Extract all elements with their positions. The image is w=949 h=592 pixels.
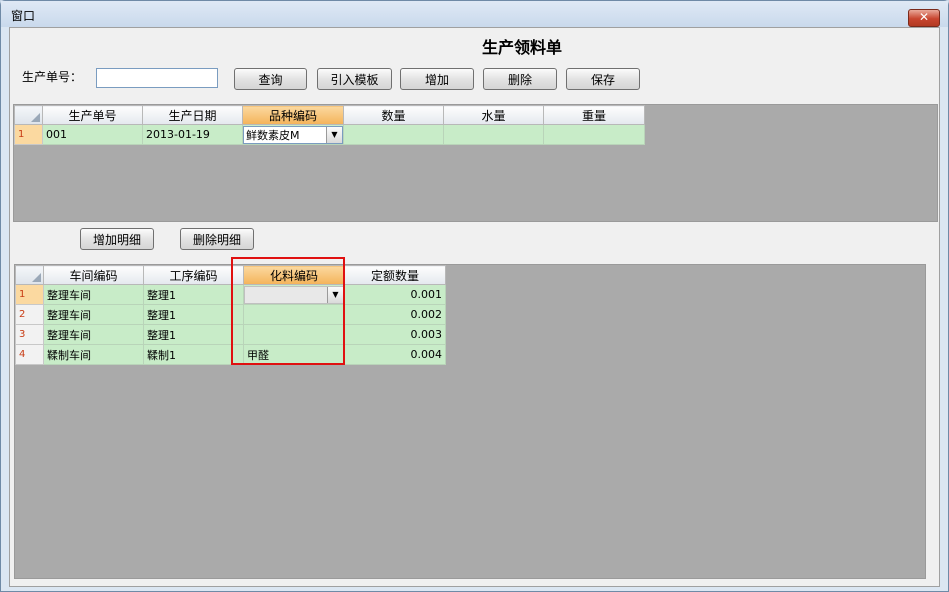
col-header-order-no[interactable]: 生产单号 bbox=[42, 105, 143, 125]
cell-quantity[interactable] bbox=[343, 124, 444, 145]
row-header[interactable]: 2 bbox=[15, 304, 44, 325]
col-header-date[interactable]: 生产日期 bbox=[142, 105, 243, 125]
add-button[interactable]: 增加 bbox=[400, 68, 474, 90]
table-row[interactable]: 3 整理车间 整理1 0.003 bbox=[15, 324, 446, 345]
title-bar[interactable]: 窗口 ✕ bbox=[1, 1, 948, 27]
cell-quota-quantity[interactable]: 0.003 bbox=[344, 324, 446, 345]
cell-process-code[interactable]: 整理1 bbox=[143, 284, 244, 305]
chevron-down-icon[interactable]: ▼ bbox=[327, 286, 343, 303]
cell-workshop-code[interactable]: 整理车间 bbox=[43, 324, 144, 345]
master-grid[interactable]: 生产单号 生产日期 品种编码 数量 水量 重量 1 001 2013-01-19… bbox=[13, 104, 938, 222]
cell-process-code[interactable]: 鞣制1 bbox=[143, 344, 244, 365]
corner-triangle-icon bbox=[32, 273, 41, 282]
save-button[interactable]: 保存 bbox=[566, 68, 640, 90]
cell-water[interactable] bbox=[443, 124, 544, 145]
cell-workshop-code[interactable]: 鞣制车间 bbox=[43, 344, 144, 365]
cell-chemical-code[interactable] bbox=[243, 304, 345, 325]
col-header-weight[interactable]: 重量 bbox=[543, 105, 645, 125]
variety-code-value: 鲜数素皮M bbox=[246, 128, 300, 142]
col-header-quantity[interactable]: 数量 bbox=[343, 105, 444, 125]
form-client-area: 生产领料单 生产单号： 查询 引入模板 增加 删除 保存 生产单号 生产日期 品… bbox=[9, 27, 940, 587]
grid-corner[interactable] bbox=[15, 265, 44, 285]
corner-triangle-icon bbox=[31, 113, 40, 122]
detail-grid[interactable]: 车间编码 工序编码 化料编码 定额数量 1 整理车间 整理1 ▼ 0.001 2… bbox=[14, 264, 926, 579]
detail-grid-header: 车间编码 工序编码 化料编码 定额数量 bbox=[15, 265, 446, 285]
cell-variety-code[interactable]: 鲜数素皮M ▼ bbox=[242, 124, 344, 145]
col-header-variety-code[interactable]: 品种编码 bbox=[242, 105, 344, 125]
delete-detail-button[interactable]: 删除明细 bbox=[180, 228, 254, 250]
col-header-chemical-code[interactable]: 化料编码 bbox=[243, 265, 345, 285]
cell-quota-quantity[interactable]: 0.001 bbox=[344, 284, 446, 305]
close-button[interactable]: ✕ bbox=[908, 9, 940, 27]
app-window: 窗口 ✕ 生产领料单 生产单号： 查询 引入模板 增加 删除 保存 生产单号 生… bbox=[0, 0, 949, 592]
cell-chemical-code[interactable]: ▼ bbox=[243, 284, 345, 305]
row-header[interactable]: 3 bbox=[15, 324, 44, 345]
cell-order-no[interactable]: 001 bbox=[42, 124, 143, 145]
add-detail-button[interactable]: 增加明细 bbox=[80, 228, 154, 250]
delete-button[interactable]: 删除 bbox=[483, 68, 557, 90]
window-title: 窗口 bbox=[11, 9, 36, 23]
cell-weight[interactable] bbox=[543, 124, 645, 145]
close-icon: ✕ bbox=[918, 10, 930, 24]
row-header[interactable]: 1 bbox=[15, 284, 44, 305]
chemical-code-dropdown[interactable]: ▼ bbox=[244, 285, 344, 304]
col-header-process-code[interactable]: 工序编码 bbox=[143, 265, 244, 285]
cell-chemical-code[interactable] bbox=[243, 324, 345, 345]
cell-process-code[interactable]: 整理1 bbox=[143, 304, 244, 325]
grid-corner[interactable] bbox=[14, 105, 43, 125]
cell-date[interactable]: 2013-01-19 bbox=[142, 124, 243, 145]
cell-workshop-code[interactable]: 整理车间 bbox=[43, 284, 144, 305]
table-row[interactable]: 4 鞣制车间 鞣制1 甲醛 0.004 bbox=[15, 344, 446, 365]
row-header[interactable]: 1 bbox=[14, 124, 43, 145]
cell-quota-quantity[interactable]: 0.004 bbox=[344, 344, 446, 365]
order-number-label: 生产单号： bbox=[22, 70, 83, 84]
cell-quota-quantity[interactable]: 0.002 bbox=[344, 304, 446, 325]
cell-chemical-code[interactable]: 甲醛 bbox=[243, 344, 345, 365]
variety-code-dropdown[interactable]: 鲜数素皮M ▼ bbox=[243, 125, 343, 144]
import-template-button[interactable]: 引入模板 bbox=[317, 68, 392, 90]
query-button[interactable]: 查询 bbox=[234, 68, 307, 90]
col-header-workshop-code[interactable]: 车间编码 bbox=[43, 265, 144, 285]
master-grid-header: 生产单号 生产日期 品种编码 数量 水量 重量 bbox=[14, 105, 645, 125]
chevron-down-icon[interactable]: ▼ bbox=[326, 126, 342, 143]
cell-process-code[interactable]: 整理1 bbox=[143, 324, 244, 345]
table-row[interactable]: 1 001 2013-01-19 鲜数素皮M ▼ bbox=[14, 124, 645, 145]
order-number-input[interactable] bbox=[96, 68, 218, 88]
table-row[interactable]: 1 整理车间 整理1 ▼ 0.001 bbox=[15, 284, 446, 305]
row-header[interactable]: 4 bbox=[15, 344, 44, 365]
col-header-water[interactable]: 水量 bbox=[443, 105, 544, 125]
table-row[interactable]: 2 整理车间 整理1 0.002 bbox=[15, 304, 446, 325]
form-title: 生产领料单 bbox=[482, 38, 563, 57]
cell-workshop-code[interactable]: 整理车间 bbox=[43, 304, 144, 325]
col-header-quota-quantity[interactable]: 定额数量 bbox=[344, 265, 446, 285]
